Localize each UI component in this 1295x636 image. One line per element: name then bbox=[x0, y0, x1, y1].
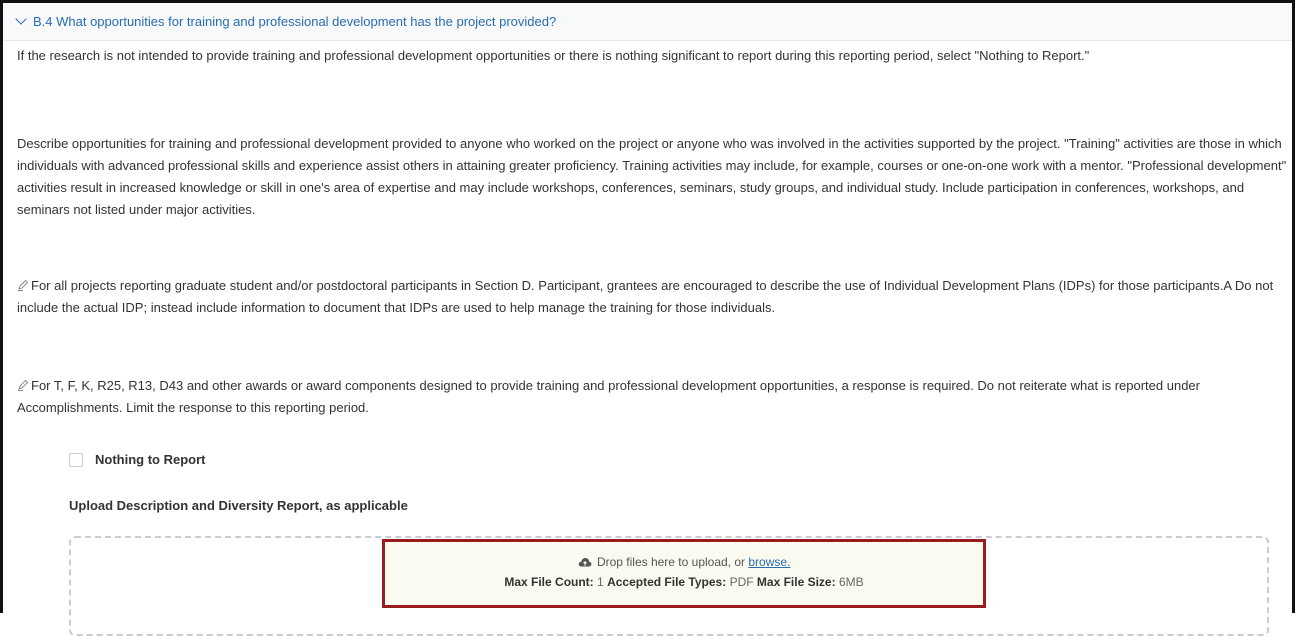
drop-text: Drop files here to upload, or bbox=[596, 555, 746, 569]
dropzone-info-box[interactable]: Drop files here to upload, or browse. Ma… bbox=[382, 539, 986, 608]
max-size-label: Max File Size: bbox=[756, 575, 836, 589]
form-section-panel: B.4 What opportunities for training and … bbox=[0, 0, 1295, 636]
pencil-note-icon bbox=[18, 279, 29, 291]
drop-instructions: Drop files here to upload, or browse. bbox=[385, 552, 983, 572]
idp-note-paragraph: For all projects reporting graduate stud… bbox=[17, 275, 1287, 319]
nothing-to-report-option[interactable]: Nothing to Report bbox=[69, 452, 205, 467]
max-size-value: 6MB bbox=[838, 575, 864, 589]
awards-note-text: For T, F, K, R25, R13, D43 and other awa… bbox=[17, 378, 1200, 415]
upload-label: Upload Description and Diversity Report,… bbox=[69, 498, 408, 513]
file-types-label: Accepted File Types: bbox=[607, 575, 727, 589]
cloud-upload-icon bbox=[578, 557, 592, 567]
section-header-b4[interactable]: B.4 What opportunities for training and … bbox=[3, 3, 1292, 41]
describe-paragraph: Describe opportunities for training and … bbox=[17, 136, 1287, 217]
pencil-note-icon bbox=[18, 379, 29, 391]
intro-paragraph: If the research is not intended to provi… bbox=[17, 48, 1090, 63]
nothing-to-report-checkbox[interactable] bbox=[69, 452, 83, 467]
max-count-value: 1 bbox=[597, 575, 604, 589]
nothing-to-report-label: Nothing to Report bbox=[95, 452, 206, 467]
section-title: B.4 What opportunities for training and … bbox=[33, 14, 557, 29]
chevron-down-icon[interactable] bbox=[15, 13, 27, 25]
idp-note-text: For all projects reporting graduate stud… bbox=[17, 278, 1274, 315]
upload-constraints: Max File Count: 1 Accepted File Types: P… bbox=[385, 572, 983, 592]
max-count-label: Max File Count: bbox=[504, 575, 594, 589]
file-types-value: PDF bbox=[729, 575, 754, 589]
awards-note-paragraph: For T, F, K, R25, R13, D43 and other awa… bbox=[17, 375, 1287, 419]
browse-link[interactable]: browse. bbox=[748, 555, 790, 569]
